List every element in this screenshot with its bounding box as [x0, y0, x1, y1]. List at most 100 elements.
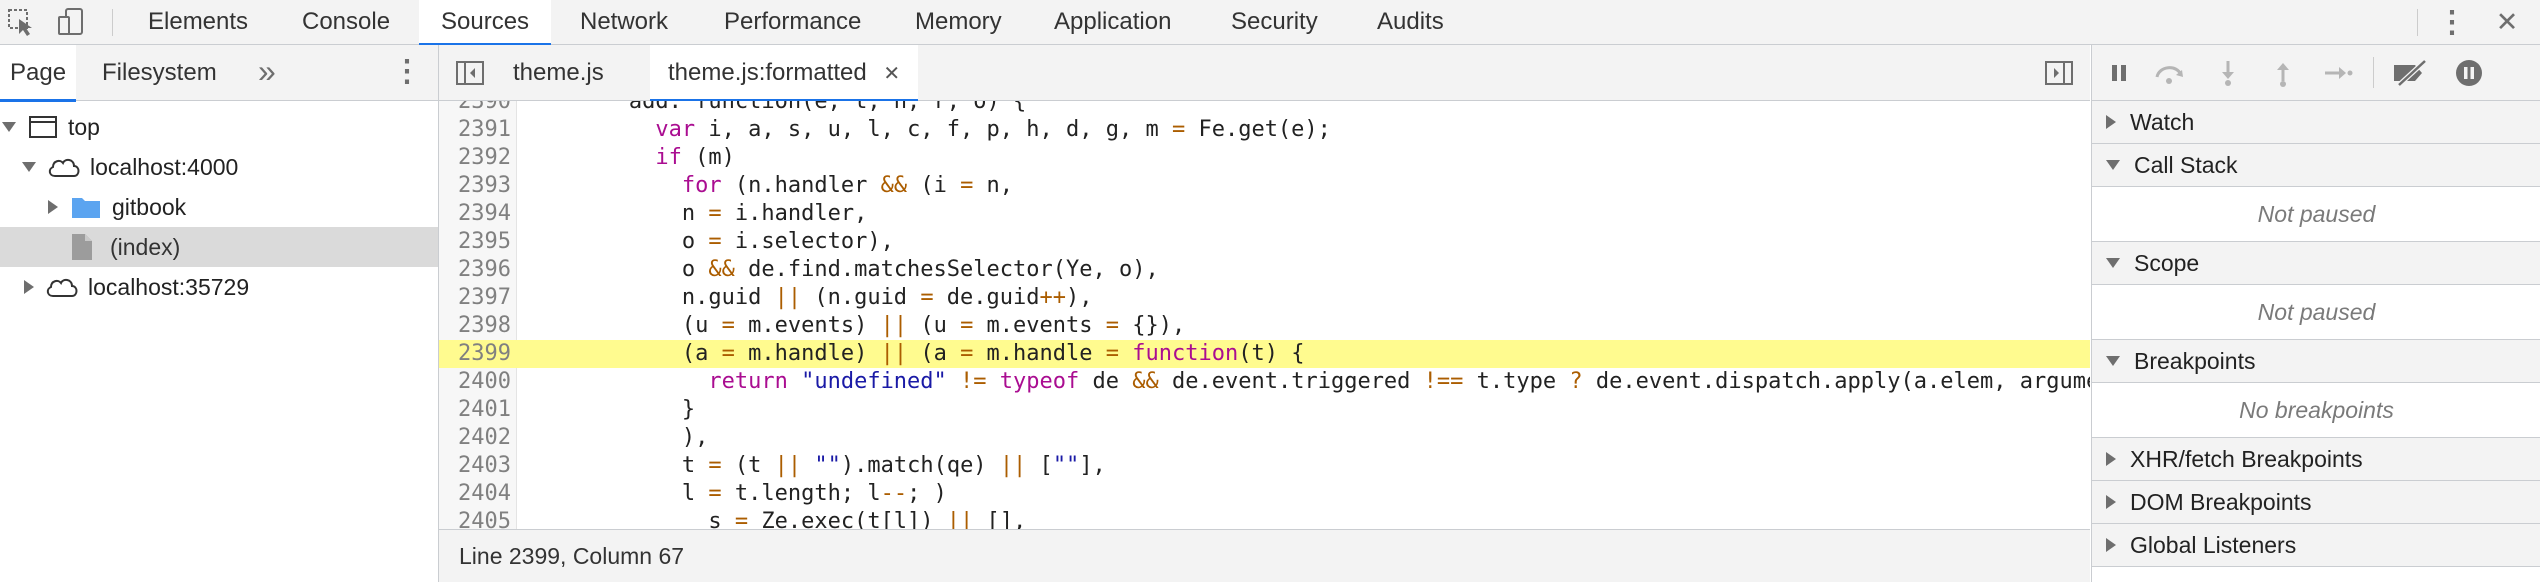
code-token: ], — [1079, 453, 1106, 478]
inspect-element-icon[interactable] — [4, 7, 38, 37]
tab-elements[interactable]: Elements — [126, 0, 270, 45]
code-token: || — [880, 341, 908, 366]
tab-filesystem[interactable]: Filesystem — [92, 45, 227, 101]
code-token: (t) { — [1238, 341, 1305, 366]
code-line[interactable]: 2404 l = t.length; l--; ) — [439, 480, 2090, 508]
expand-arrow-icon[interactable] — [2, 122, 16, 132]
pause-on-exceptions-icon[interactable] — [2453, 58, 2485, 88]
code-line[interactable]: 2392 if (m) — [439, 144, 2090, 172]
code-line[interactable]: 2403 t = (t || "").match(qe) || [""], — [439, 452, 2090, 480]
expand-arrow-icon[interactable] — [22, 162, 36, 172]
expand-arrow-icon[interactable] — [24, 280, 34, 294]
tree-item-gitbook[interactable]: gitbook — [0, 187, 438, 227]
section-global-listeners[interactable]: Global Listeners — [2092, 524, 2540, 567]
step-over-icon[interactable] — [2153, 58, 2185, 88]
line-number[interactable]: 2395 — [439, 228, 511, 256]
tab-application[interactable]: Application — [1032, 0, 1193, 45]
line-number[interactable]: 2394 — [439, 200, 511, 228]
code-token: Fe.get(e); — [1185, 117, 1331, 142]
toggle-navigator-icon[interactable] — [455, 59, 485, 87]
line-number[interactable]: 2400 — [439, 368, 511, 396]
line-number[interactable]: 2404 — [439, 480, 511, 508]
file-tab-theme-js[interactable]: theme.js — [495, 45, 622, 101]
code-line[interactable]: 2393 for (n.handler && (i = n, — [439, 172, 2090, 200]
tab-sources[interactable]: Sources — [419, 0, 552, 46]
tab-page[interactable]: Page — [0, 45, 77, 102]
line-number[interactable]: 2393 — [439, 172, 511, 200]
step-into-icon[interactable] — [2212, 58, 2244, 88]
tab-network[interactable]: Network — [558, 0, 690, 45]
file-icon — [72, 234, 92, 260]
toggle-debugger-icon[interactable] — [2044, 59, 2074, 87]
devtools-toolbar: Elements Console Sources Network Perform… — [0, 0, 2540, 46]
tree-item-index[interactable]: (index) — [0, 227, 438, 267]
line-number[interactable]: 2396 — [439, 256, 511, 284]
deactivate-breakpoints-icon[interactable] — [2391, 58, 2429, 88]
code-line[interactable]: 2398 (u = m.events) || (u = m.events = {}… — [439, 312, 2090, 340]
line-number[interactable]: 2401 — [439, 396, 511, 424]
navigator-menu-icon[interactable]: ⋮ — [392, 45, 422, 101]
tab-audits[interactable]: Audits — [1355, 0, 1466, 45]
line-number[interactable]: 2392 — [439, 144, 511, 172]
code-line[interactable]: 2395 o = i.selector), — [439, 228, 2090, 256]
folder-icon — [72, 198, 100, 218]
section-breakpoints[interactable]: Breakpoints — [2092, 340, 2540, 383]
code-token: m.events — [973, 313, 1106, 338]
code-line[interactable]: 2397 n.guid || (n.guid = de.guid++), — [439, 284, 2090, 312]
section-scope[interactable]: Scope — [2092, 242, 2540, 285]
cloud-icon — [48, 158, 80, 177]
code-line[interactable]: 2396 o && de.find.matchesSelector(Ye, o), — [439, 256, 2090, 284]
close-tab-icon[interactable]: ✕ — [883, 63, 900, 85]
tab-console[interactable]: Console — [280, 0, 412, 45]
close-icon[interactable]: ✕ — [2490, 7, 2524, 37]
code-token: m.handle — [973, 341, 1106, 366]
line-number[interactable]: 2399 — [439, 340, 511, 368]
device-toggle-icon[interactable] — [54, 7, 88, 37]
code-token: = — [721, 341, 735, 366]
code-line[interactable]: 2402), — [439, 424, 2090, 452]
code-line[interactable]: 2391 var i, a, s, u, l, c, f, p, h, d, g,… — [439, 116, 2090, 144]
breakpoints-placeholder: No breakpoints — [2092, 383, 2540, 438]
line-number[interactable]: 2398 — [439, 312, 511, 340]
tree-item-localhost-4000[interactable]: localhost:4000 — [0, 147, 438, 187]
code-token: ), — [1066, 285, 1093, 310]
step-out-icon[interactable] — [2267, 58, 2299, 88]
code-token: (t — [721, 453, 775, 478]
line-number[interactable]: 2391 — [439, 116, 511, 144]
code-line[interactable]: 2401} — [439, 396, 2090, 424]
code-line[interactable]: 2390 add: function(e, t, n, r, o) { — [439, 101, 2090, 116]
section-watch[interactable]: Watch — [2092, 101, 2540, 144]
section-dom-breakpoints[interactable]: DOM Breakpoints — [2092, 481, 2540, 524]
line-number[interactable]: 2397 — [439, 284, 511, 312]
pause-icon[interactable] — [2103, 58, 2135, 88]
code-token: [], — [973, 509, 1027, 529]
code-line[interactable]: 2399 (a = m.handle) || (a = m.handle = fu… — [439, 340, 2090, 368]
code-token: || — [880, 313, 908, 338]
code-area[interactable]: 2390 add: function(e, t, n, r, o) {2391 va… — [439, 101, 2090, 529]
file-tab-theme-js-formatted[interactable]: theme.js:formatted ✕ — [650, 45, 919, 102]
more-tabs-icon[interactable]: » — [258, 45, 276, 101]
step-icon[interactable] — [2322, 58, 2354, 88]
line-number[interactable]: 2402 — [439, 424, 511, 452]
more-vertical-icon[interactable]: ⋮ — [2435, 6, 2469, 39]
section-xhr-fetch-breakpoints[interactable]: XHR/fetch Breakpoints — [2092, 438, 2540, 481]
tree-item-localhost-35729[interactable]: localhost:35729 — [0, 267, 438, 307]
tab-performance[interactable]: Performance — [702, 0, 883, 45]
expand-arrow-icon — [2106, 115, 2116, 129]
tree-item-top[interactable]: top — [0, 107, 438, 147]
section-title: XHR/fetch Breakpoints — [2130, 445, 2363, 472]
line-number[interactable]: 2390 — [439, 101, 511, 116]
tab-security[interactable]: Security — [1209, 0, 1340, 45]
code-text: o = i.selector), — [682, 228, 894, 256]
section-call-stack[interactable]: Call Stack — [2092, 144, 2540, 187]
code-line[interactable]: 2394 n = i.handler, — [439, 200, 2090, 228]
expand-arrow-icon[interactable] — [48, 200, 58, 214]
code-line[interactable]: 2405 s = Ze.exec(t[l]) || [], — [439, 508, 2090, 529]
line-number[interactable]: 2405 — [439, 508, 511, 529]
editor-tabs: theme.js theme.js:formatted ✕ — [439, 45, 2090, 102]
code-token: i.handler, — [721, 201, 868, 226]
code-line[interactable]: 2400 return "undefined" != typeof de && d… — [439, 368, 2090, 396]
tab-memory[interactable]: Memory — [893, 0, 1024, 45]
line-number[interactable]: 2403 — [439, 452, 511, 480]
